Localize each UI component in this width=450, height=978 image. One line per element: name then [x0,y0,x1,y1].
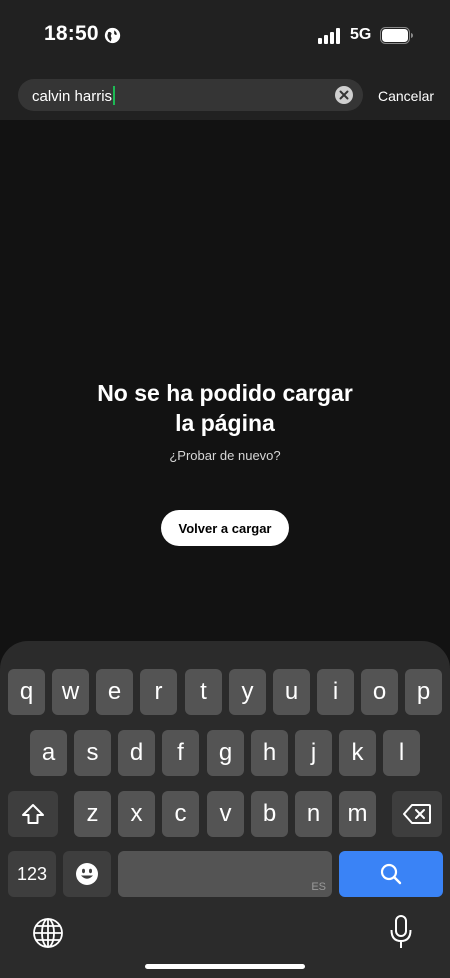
key-v[interactable]: v [207,791,244,837]
key-e[interactable]: e [96,669,133,715]
key-g[interactable]: g [207,730,244,776]
backspace-key[interactable] [392,791,442,837]
key-f[interactable]: f [162,730,199,776]
text-caret [113,86,116,105]
key-m[interactable]: m [339,791,376,837]
globe-icon [104,27,121,44]
status-time: 18:50 [44,22,99,45]
key-l[interactable]: l [383,730,420,776]
space-language-label: ES [311,881,326,893]
error-subtitle: ¿Probar de nuevo? [169,448,281,463]
battery-icon [380,27,413,44]
key-w[interactable]: w [52,669,89,715]
shift-arrow-icon [22,804,44,824]
clear-search-button[interactable] [335,86,353,104]
key-j[interactable]: j [295,730,332,776]
reload-button[interactable]: Volver a cargar [161,510,289,546]
key-r[interactable]: r [140,669,177,715]
key-o[interactable]: o [361,669,398,715]
signal-bars-icon [318,28,340,44]
emoji-icon [76,863,98,885]
key-x[interactable]: x [118,791,155,837]
error-title: No se ha podido cargar la página [60,378,390,438]
numbers-key[interactable]: 123 [8,851,56,897]
search-query: calvin harris [32,86,116,105]
key-i[interactable]: i [317,669,354,715]
key-p[interactable]: p [405,669,442,715]
key-k[interactable]: k [339,730,376,776]
search-icon [380,863,402,885]
key-u[interactable]: u [273,669,310,715]
search-query-text: calvin harris [32,88,113,105]
key-t[interactable]: t [185,669,222,715]
search-input[interactable]: calvin harris [18,79,363,111]
key-n[interactable]: n [295,791,332,837]
close-icon [339,90,349,100]
language-globe-icon[interactable] [32,917,64,949]
network-type: 5G [350,26,372,43]
key-y[interactable]: y [229,669,266,715]
space-key[interactable]: ES [118,851,332,897]
search-key[interactable] [339,851,443,897]
key-d[interactable]: d [118,730,155,776]
key-c[interactable]: c [162,791,199,837]
emoji-key[interactable] [63,851,111,897]
key-h[interactable]: h [251,730,288,776]
shift-key[interactable] [8,791,58,837]
key-z[interactable]: z [74,791,111,837]
microphone-icon[interactable] [389,915,413,949]
status-bar: 18:50 5G [0,0,450,70]
error-title-line1: No se ha podido cargar [97,380,353,406]
search-header: calvin harris Cancelar [0,70,450,120]
key-q[interactable]: q [8,669,45,715]
key-b[interactable]: b [251,791,288,837]
error-title-line2: la página [175,410,275,436]
key-s[interactable]: s [74,730,111,776]
home-indicator[interactable] [145,964,305,969]
cancel-button[interactable]: Cancelar [378,88,434,104]
key-a[interactable]: a [30,730,67,776]
delete-backward-icon [403,804,431,824]
